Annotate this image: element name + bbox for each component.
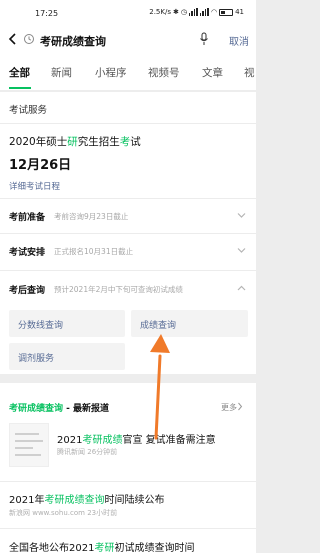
row-post-exam-query[interactable]: 考后查询 预计2021年2月中下旬可查询初试成绩 [0, 272, 256, 306]
chevron-up-icon [237, 285, 246, 291]
news-item-meta: 腾讯新闻 26分钟前 [57, 448, 118, 456]
news-section: 考研成绩查询 - 最新报道 更多 2021考研成绩官宣 复试准备需注意 腾讯新闻… [0, 383, 256, 553]
tab-news[interactable]: 新闻 [51, 65, 72, 80]
cancel-button[interactable]: 取消 [229, 33, 249, 48]
section-separator [0, 374, 256, 383]
news-section-title: 考研成绩查询 - 最新报道 [9, 404, 110, 414]
result-tabs: 全部 新闻 小程序 视频号 文章 视 [0, 54, 256, 90]
microphone-icon[interactable] [199, 32, 209, 46]
wifi-icon: ◠ [210, 8, 218, 16]
search-bar: 考研成绩查询 取消 [0, 26, 256, 54]
divider [0, 528, 256, 529]
status-time: 17:25 [35, 9, 59, 18]
divider [0, 481, 256, 482]
chevron-down-icon [237, 213, 246, 218]
alarm-icon: ◷ [180, 8, 187, 16]
exam-service-card: 考试服务 2020年硕士研究生招生考试 12月26日 详细考试日程 考前准备 考… [0, 92, 256, 374]
more-link[interactable]: 更多 [221, 402, 237, 413]
score-line-query-button[interactable]: 分数线查询 [9, 310, 125, 337]
history-icon [24, 34, 34, 44]
row-label: 考试安排 [9, 248, 46, 258]
card-header: 考试服务 [9, 105, 48, 116]
tab-all[interactable]: 全部 [9, 65, 30, 80]
adjustment-service-button[interactable]: 调剂服务 [9, 343, 125, 370]
score-query-button[interactable]: 成绩查询 [131, 310, 248, 337]
news-item-meta: 新浪网 www.sohu.com 23小时前 [9, 509, 118, 517]
divider [0, 270, 256, 271]
schedule-link[interactable]: 详细考试日程 [9, 180, 60, 192]
news-item-title[interactable]: 2021年考研成绩查询时间陆续公布 [9, 491, 164, 506]
tab-mini-programs[interactable]: 小程序 [95, 65, 127, 80]
row-exam-arrangement[interactable]: 考试安排 正式报名10月31日截止 [0, 234, 256, 268]
back-icon[interactable] [6, 31, 20, 47]
battery-level: 41 [235, 8, 244, 16]
status-bar: 17:25 2.5K/s ✱ ◷ ◠ 41 [0, 0, 256, 26]
exam-date: 12月26日 [9, 158, 72, 173]
news-item-title[interactable]: 2021考研成绩官宣 复试准备需注意 [57, 431, 216, 446]
tab-video[interactable]: 视 [244, 65, 255, 80]
signal-icon [188, 8, 198, 16]
status-icons: 2.5K/s ✱ ◷ ◠ 41 [149, 8, 244, 16]
network-speed: 2.5K/s [149, 8, 171, 16]
search-input[interactable]: 考研成绩查询 [40, 33, 106, 49]
battery-icon [219, 8, 234, 16]
row-subtitle: 考前咨询9月23日截止 [54, 212, 129, 221]
signal-icon-2 [199, 8, 209, 16]
row-subtitle: 正式报名10月31日截止 [54, 247, 134, 256]
row-label: 考前准备 [9, 213, 46, 223]
row-label: 考后查询 [9, 286, 46, 296]
row-subtitle: 预计2021年2月中下旬可查询初试成绩 [54, 285, 183, 294]
news-item-title[interactable]: 全国各地公布2021考研初试成绩查询时间 [9, 539, 194, 553]
active-tab-indicator [9, 87, 31, 89]
row-pre-exam[interactable]: 考前准备 考前咨询9月23日截止 [0, 199, 256, 233]
news-thumbnail[interactable] [9, 423, 49, 467]
chevron-down-icon [237, 248, 246, 253]
exam-name: 2020年硕士研究生招生考试 [9, 136, 141, 148]
divider [0, 123, 256, 124]
chevron-right-icon[interactable] [237, 402, 243, 411]
bluetooth-icon: ✱ [172, 8, 179, 16]
tab-articles[interactable]: 文章 [202, 65, 223, 80]
tab-channels[interactable]: 视频号 [148, 65, 180, 80]
